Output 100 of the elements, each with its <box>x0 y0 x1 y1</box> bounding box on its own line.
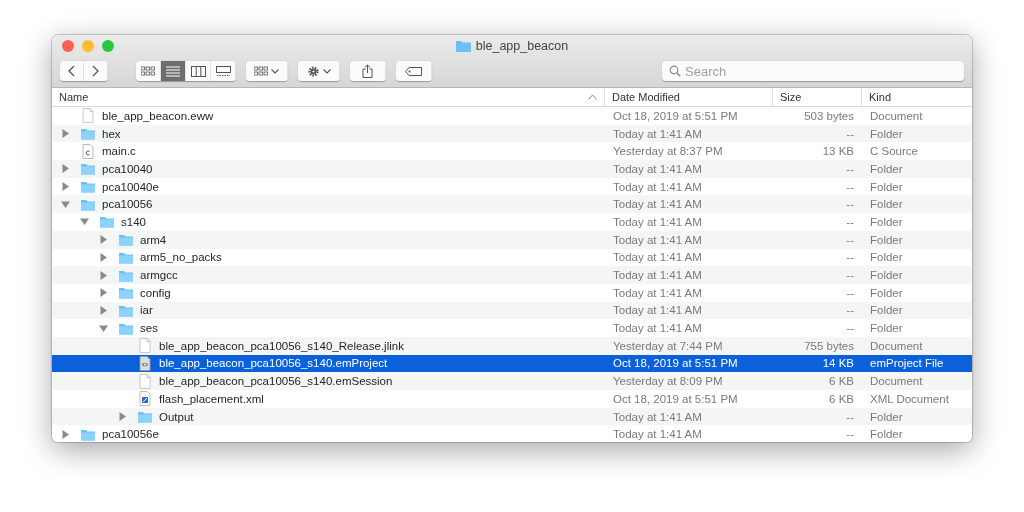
file-row[interactable]: pca10056e Today at 1:41 AM -- Folder <box>52 425 972 442</box>
date-modified: Yesterday at 8:37 PM <box>612 145 724 158</box>
collapsed-triangle-icon[interactable] <box>61 164 70 174</box>
date-modified: Today at 1:41 AM <box>612 127 703 140</box>
folder-icon <box>80 179 96 195</box>
column-header[interactable]: Name <box>52 88 605 106</box>
column-header[interactable]: Size <box>773 88 862 106</box>
date-modified: Yesterday at 8:09 PM <box>612 375 724 388</box>
file-name: ble_app_beacon_pca10056_s140_Release.jlink <box>158 339 405 352</box>
list-view-icon <box>166 65 180 77</box>
file-name: flash_placement.xml <box>158 392 265 405</box>
file-name: ble_app_beacon_pca10056_s140.emSession <box>158 375 394 388</box>
collapsed-triangle-icon[interactable] <box>99 288 108 298</box>
project-file-icon <box>137 355 153 371</box>
close-button[interactable] <box>62 40 74 52</box>
file-size: -- <box>845 215 855 228</box>
file-kind: Folder <box>869 286 904 299</box>
file-name: arm5_no_packs <box>139 251 223 264</box>
source-file-icon <box>80 143 96 159</box>
file-name: Output <box>158 410 195 423</box>
file-name: armgcc <box>139 269 179 282</box>
date-modified: Today at 1:41 AM <box>612 215 703 228</box>
file-name: pca10056e <box>101 428 160 441</box>
file-row[interactable]: armgcc Today at 1:41 AM -- Folder <box>52 266 972 284</box>
share-button[interactable] <box>350 61 386 81</box>
file-size: -- <box>845 269 855 282</box>
column-title: Size <box>780 91 802 103</box>
back-button[interactable] <box>60 61 84 81</box>
file-kind: Folder <box>869 162 904 175</box>
collapsed-triangle-icon[interactable] <box>61 129 70 139</box>
column-title: Name <box>59 91 89 103</box>
collapsed-triangle-icon[interactable] <box>118 412 127 422</box>
file-row[interactable]: pca10040 Today at 1:41 AM -- Folder <box>52 160 972 178</box>
file-row[interactable]: pca10056 Today at 1:41 AM -- Folder <box>52 195 972 214</box>
tag-button[interactable] <box>396 61 432 81</box>
file-kind: Folder <box>869 233 904 246</box>
file-kind: Folder <box>869 251 904 264</box>
file-name: s140 <box>120 215 147 228</box>
gear-icon <box>306 64 320 78</box>
column-header[interactable]: Date Modified <box>605 88 773 106</box>
folder-icon <box>99 214 115 230</box>
file-name: pca10056 <box>101 198 154 211</box>
file-kind: Folder <box>869 127 904 140</box>
collapsed-triangle-icon[interactable] <box>99 252 108 262</box>
file-row[interactable]: main.c Yesterday at 8:37 PM 13 KB C Source <box>52 142 972 161</box>
group-by-button[interactable] <box>246 61 288 81</box>
column-header[interactable]: Kind <box>862 88 972 106</box>
zoom-button[interactable] <box>102 40 114 52</box>
forward-button[interactable] <box>84 61 108 81</box>
file-kind: C Source <box>869 145 919 158</box>
action-button[interactable] <box>298 61 340 81</box>
xml-file-icon <box>137 391 153 407</box>
collapsed-triangle-icon[interactable] <box>61 182 70 192</box>
file-name: ble_app_beacon.eww <box>101 109 215 122</box>
gallery-view-icon <box>215 65 231 77</box>
window-title: ble_app_beacon <box>475 39 569 53</box>
folder-icon <box>455 40 471 52</box>
file-row[interactable]: s140 Today at 1:41 AM -- Folder <box>52 213 972 231</box>
file-row[interactable]: ble_app_beacon_pca10056_s140.emSession Yesterday at 8:09 PM 6 KB Document <box>52 372 972 390</box>
expanded-triangle-icon[interactable] <box>80 217 89 227</box>
file-size: -- <box>845 162 855 175</box>
file-size: 6 KB <box>828 375 855 388</box>
file-size: -- <box>845 180 855 193</box>
file-size: 13 KB <box>821 145 855 158</box>
file-row[interactable]: ble_app_beacon.eww Oct 18, 2019 at 5:51 PM 503 bytes Document <box>52 107 972 125</box>
date-modified: Today at 1:41 AM <box>612 162 703 175</box>
folder-icon <box>80 126 96 142</box>
collapsed-triangle-icon[interactable] <box>99 235 108 245</box>
view-mode-button[interactable] <box>161 61 186 81</box>
collapsed-triangle-icon[interactable] <box>99 305 108 315</box>
file-kind: Folder <box>869 304 904 317</box>
collapsed-triangle-icon[interactable] <box>99 270 108 280</box>
file-name: config <box>139 286 172 299</box>
file-kind: Document <box>869 109 924 122</box>
file-size: -- <box>845 233 855 246</box>
file-kind: emProject File <box>869 357 945 370</box>
view-mode-button[interactable] <box>136 61 161 81</box>
file-kind: Folder <box>869 410 904 423</box>
view-mode-button[interactable] <box>186 61 211 81</box>
file-size: 755 bytes <box>803 339 855 352</box>
file-name: iar <box>139 304 154 317</box>
document-icon <box>137 373 153 389</box>
search-field[interactable]: Search <box>662 61 964 81</box>
file-name: main.c <box>101 145 137 158</box>
chevron-left-icon <box>68 65 75 77</box>
folder-icon <box>118 232 134 248</box>
view-mode-button[interactable] <box>211 61 236 81</box>
expanded-triangle-icon[interactable] <box>61 199 70 209</box>
file-kind: XML Document <box>869 392 950 405</box>
expanded-triangle-icon[interactable] <box>99 323 108 333</box>
file-kind: Folder <box>869 198 904 211</box>
file-size: -- <box>845 428 855 441</box>
date-modified: Oct 18, 2019 at 5:51 PM <box>612 109 739 122</box>
column-title: Date Modified <box>612 91 680 103</box>
date-modified: Today at 1:41 AM <box>612 304 703 317</box>
date-modified: Today at 1:41 AM <box>612 180 703 193</box>
collapsed-triangle-icon[interactable] <box>61 429 70 439</box>
document-icon <box>137 338 153 354</box>
file-kind: Folder <box>869 322 904 335</box>
caret-icon <box>271 68 279 74</box>
